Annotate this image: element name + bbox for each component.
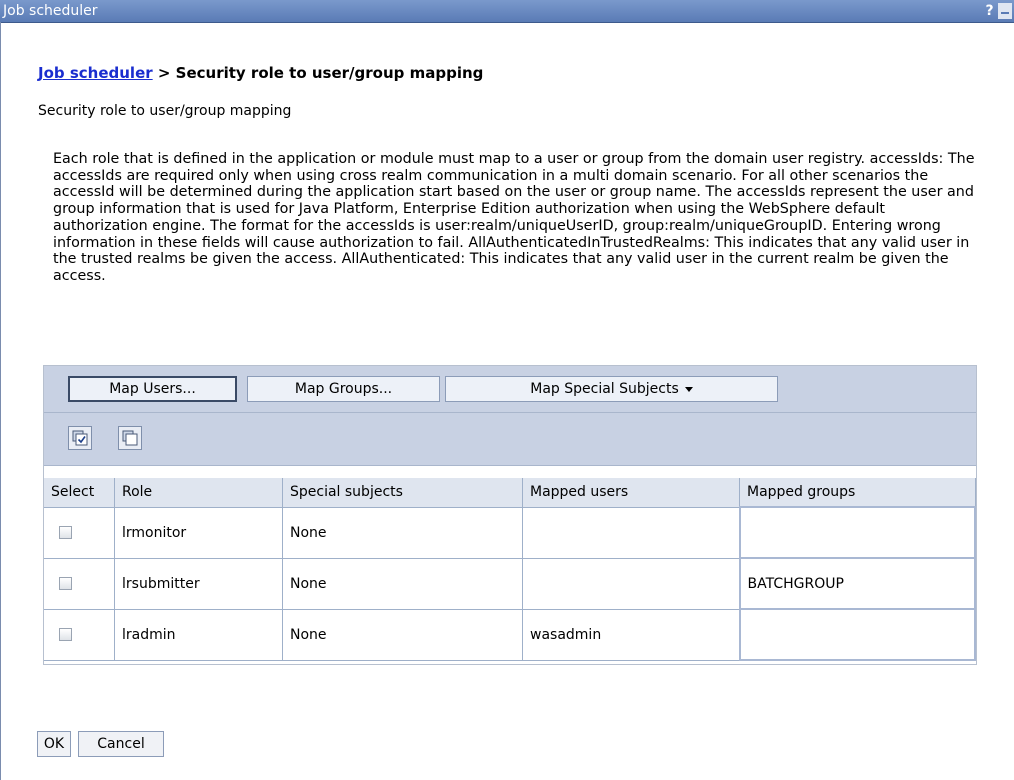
column-header-mapped-groups: Mapped groups — [739, 478, 976, 508]
table-row: lrsubmitter None BATCHGROUP — [44, 557, 976, 610]
window-title: Job scheduler — [3, 3, 98, 19]
minimize-icon[interactable] — [998, 3, 1012, 19]
table-row: lrmonitor None — [44, 506, 976, 559]
dropdown-caret-icon — [684, 386, 693, 392]
select-cell — [44, 609, 115, 661]
breadcrumb-link-job-scheduler[interactable]: Job scheduler — [38, 64, 153, 82]
page-subtitle: Security role to user/group mapping — [38, 103, 292, 119]
table-header-row: Select Role Special subjects Mapped user… — [44, 478, 976, 508]
role-cell: lradmin — [114, 609, 283, 661]
map-users-button[interactable]: Map Users... — [68, 376, 237, 402]
select-cell — [44, 507, 115, 559]
role-cell: lrmonitor — [114, 507, 283, 559]
table-row: lradmin None wasadmin — [44, 608, 976, 661]
help-icon[interactable]: ? — [983, 3, 996, 19]
breadcrumb-separator: > — [152, 64, 176, 82]
column-header-select: Select — [44, 478, 115, 508]
deselect-all-icon — [122, 430, 138, 446]
column-header-mapped-users: Mapped users — [522, 478, 740, 508]
map-special-subjects-label: Map Special Subjects — [530, 381, 679, 397]
column-header-role: Role — [114, 478, 283, 508]
mapping-toolbar: Map Users... Map Groups... Map Special S… — [44, 366, 976, 413]
deselect-all-button[interactable] — [118, 426, 142, 450]
special-subjects-cell: None — [282, 558, 523, 610]
select-all-icon — [72, 430, 88, 446]
mapped-groups-cell — [738, 506, 976, 559]
window-titlebar: Job scheduler ? — [0, 0, 1014, 23]
selection-toolbar — [44, 413, 976, 466]
row-select-checkbox[interactable] — [59, 577, 72, 590]
breadcrumb-current: Security role to user/group mapping — [175, 64, 484, 82]
mapped-groups-cell — [738, 608, 976, 661]
window-border — [0, 22, 1, 780]
ok-button[interactable]: OK — [37, 731, 71, 757]
mapped-users-cell: wasadmin — [522, 609, 740, 661]
cancel-button[interactable]: Cancel — [78, 731, 164, 757]
role-mapping-panel: Map Users... Map Groups... Map Special S… — [43, 365, 977, 665]
map-groups-button[interactable]: Map Groups... — [247, 376, 440, 402]
row-select-checkbox[interactable] — [59, 628, 72, 641]
role-mapping-table: Select Role Special subjects Mapped user… — [44, 478, 976, 661]
breadcrumb: Job scheduler > Security role to user/gr… — [38, 64, 483, 82]
special-subjects-cell: None — [282, 507, 523, 559]
row-select-checkbox[interactable] — [59, 526, 72, 539]
mapped-users-cell — [522, 558, 740, 610]
column-header-special-subjects: Special subjects — [282, 478, 523, 508]
special-subjects-cell: None — [282, 609, 523, 661]
role-cell: lrsubmitter — [114, 558, 283, 610]
map-special-subjects-button[interactable]: Map Special Subjects — [445, 376, 778, 402]
mapped-groups-cell: BATCHGROUP — [738, 557, 976, 610]
select-cell — [44, 558, 115, 610]
page-description: Each role that is defined in the applica… — [53, 151, 975, 284]
mapped-users-cell — [522, 507, 740, 559]
select-all-button[interactable] — [68, 426, 92, 450]
